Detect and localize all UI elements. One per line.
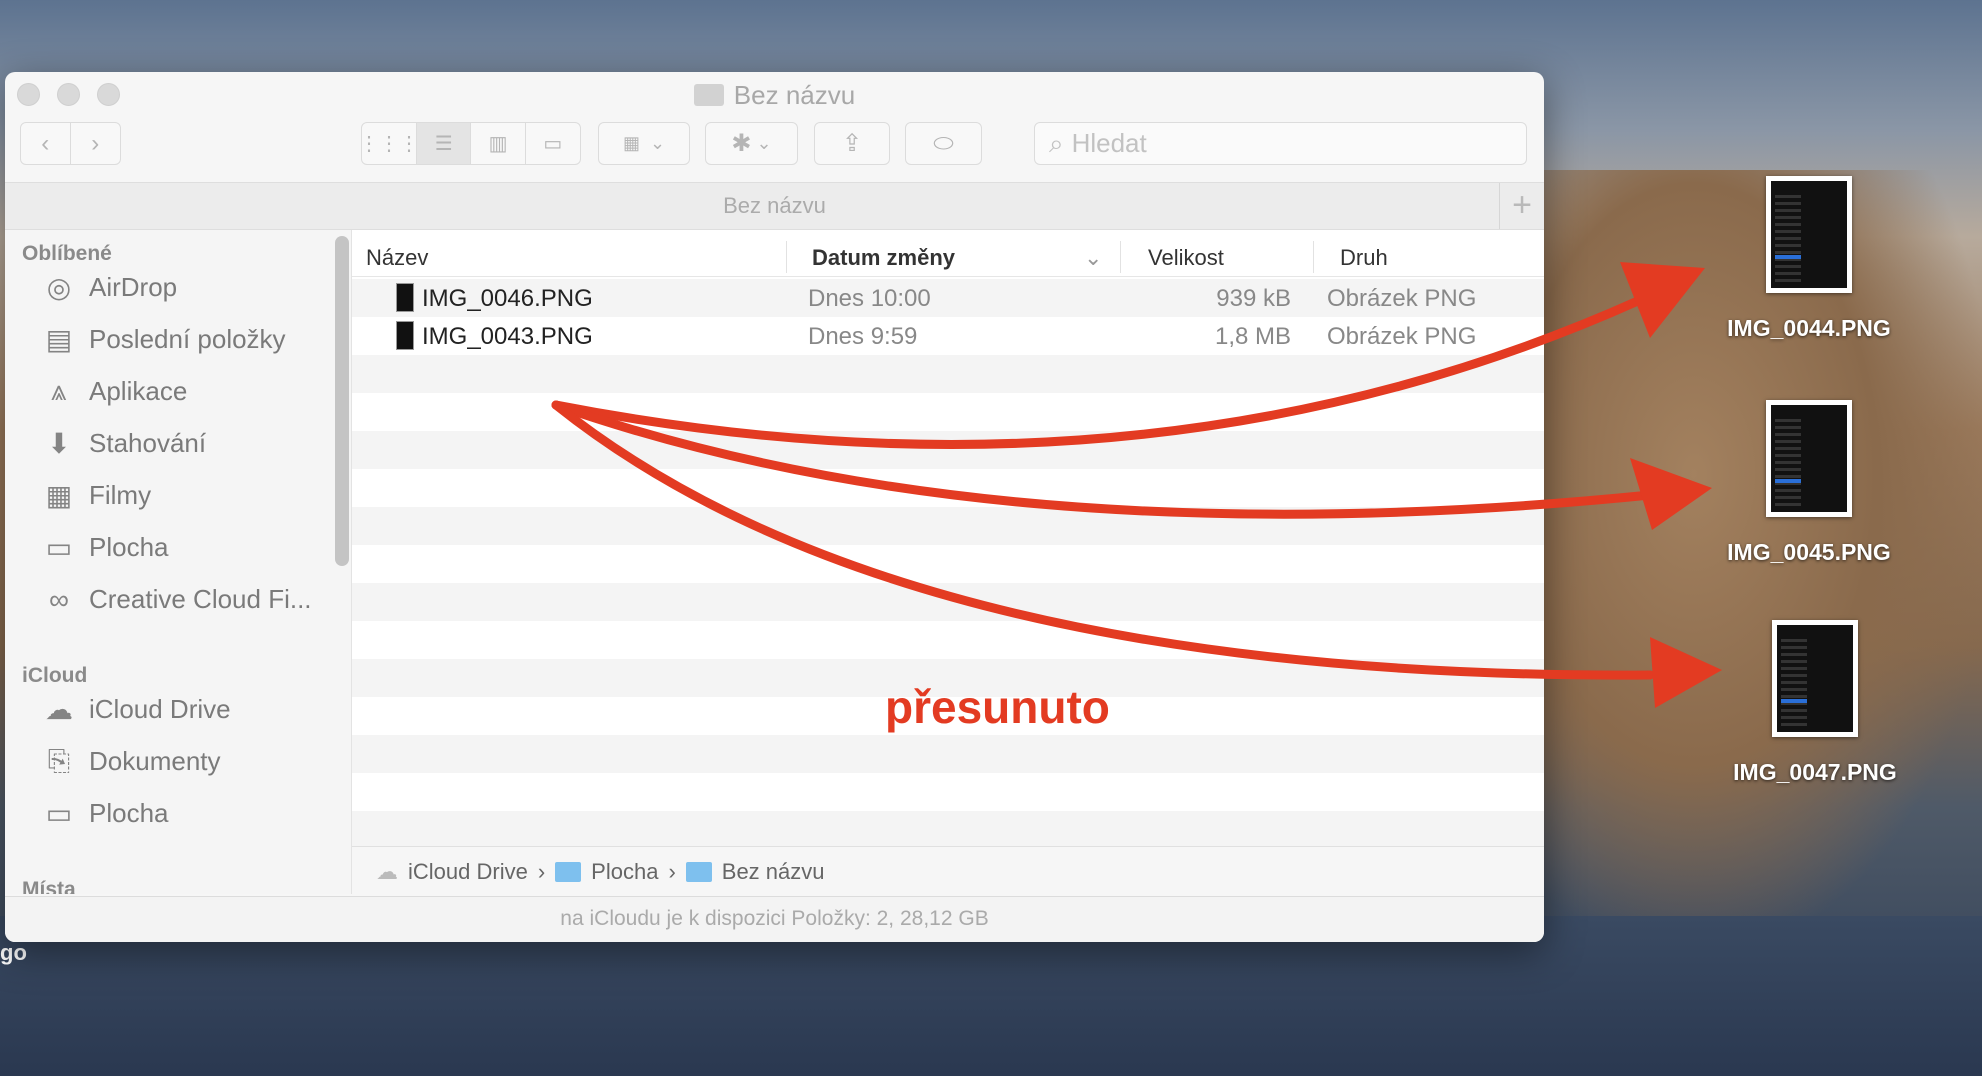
arrowhead-icon xyxy=(1650,637,1722,708)
arrowhead-icon xyxy=(1630,458,1712,530)
arrow-to-img-0044 xyxy=(551,295,1645,449)
move-arrows xyxy=(551,262,1722,708)
annotation-text: přesunuto xyxy=(885,681,1110,733)
arrow-to-img-0047 xyxy=(551,400,1655,680)
arrow-to-img-0045 xyxy=(551,400,1655,519)
